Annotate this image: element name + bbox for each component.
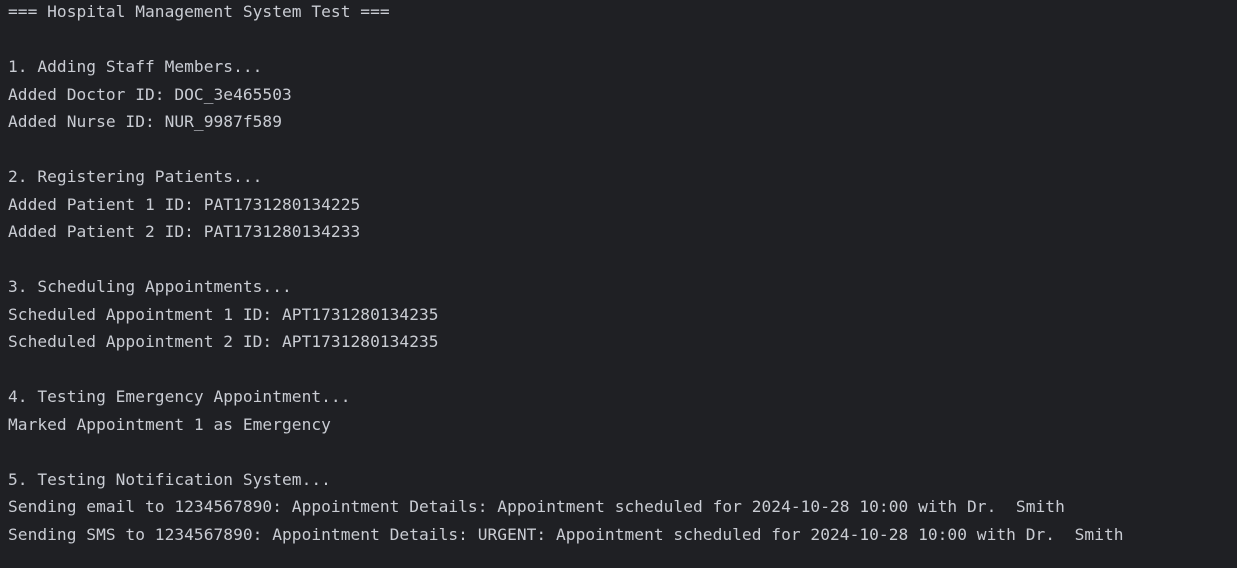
console-line: === Hospital Management System Test === <box>8 2 390 21</box>
console-line: Added Nurse ID: NUR_9987f589 <box>8 112 282 131</box>
console-line: Added Patient 1 ID: PAT1731280134225 <box>8 194 361 214</box>
console-line: 1. Adding Staff Members... <box>8 57 263 76</box>
console-line: 4. Testing Emergency Appointment... <box>8 387 351 406</box>
console-line: 3. Scheduling Appointments... <box>8 277 292 296</box>
console-line: Added Doctor ID: DOC_3e465503 <box>8 84 292 104</box>
console-line: Sending SMS to 1234567890: Appointment D… <box>8 524 1124 544</box>
console-line: 5. Testing Notification System... <box>8 469 331 489</box>
console-line: Scheduled Appointment 2 ID: APT173128013… <box>8 332 439 351</box>
console-line: Scheduled Appointment 1 ID: APT173128013… <box>8 304 439 324</box>
console-line: 2. Registering Patients... <box>8 167 263 186</box>
console-output[interactable]: === Hospital Management System Test === … <box>0 0 1237 568</box>
console-line: Marked Appointment 1 as Emergency <box>8 414 331 434</box>
console-line: Added Patient 2 ID: PAT1731280134233 <box>8 222 361 241</box>
console-line: Sending email to 1234567890: Appointment… <box>8 497 1065 516</box>
